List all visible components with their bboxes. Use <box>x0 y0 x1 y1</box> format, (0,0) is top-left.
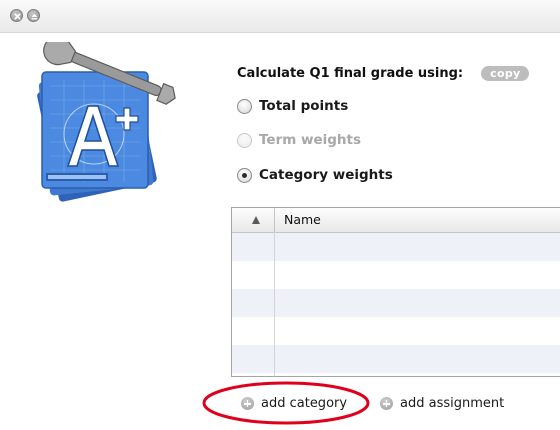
close-icon <box>14 13 21 20</box>
radio-button-icon <box>237 132 252 148</box>
table-header: Name <box>232 208 560 233</box>
add-category-label: add category <box>261 396 348 411</box>
sort-column-header[interactable] <box>232 208 275 232</box>
table-row[interactable] <box>232 289 560 317</box>
close-window-button[interactable] <box>10 9 23 22</box>
add-icon <box>241 397 254 410</box>
radio-button-icon[interactable] <box>237 98 252 114</box>
table-row[interactable] <box>232 317 560 345</box>
copy-button[interactable]: copy <box>481 66 530 81</box>
radio-button-icon[interactable] <box>237 167 252 183</box>
radio-label: Total points <box>259 98 349 114</box>
add-assignment-label: add assignment <box>400 396 505 411</box>
radio-term-weights: Term weights <box>237 132 361 148</box>
grade-setup-tools-logo-icon <box>28 36 176 202</box>
table-row[interactable] <box>232 261 560 289</box>
radio-selected-dot <box>242 172 247 178</box>
minimize-window-button[interactable] <box>27 9 40 22</box>
title-bar <box>0 0 560 33</box>
radio-label: Category weights <box>259 167 393 183</box>
name-column-header[interactable]: Name <box>284 212 321 227</box>
table-row[interactable] <box>232 345 560 373</box>
add-icon <box>380 397 393 410</box>
eject-icon <box>31 13 38 20</box>
calculation-method-heading: Calculate Q1 final grade using: <box>237 66 464 81</box>
grade-setup-window: Calculate Q1 final grade using: copy Tot… <box>0 0 560 430</box>
categories-table[interactable]: Name <box>231 207 560 377</box>
sort-ascending-icon <box>252 216 260 224</box>
radio-label: Term weights <box>259 132 362 148</box>
radio-category-weights[interactable]: Category weights <box>237 167 393 183</box>
add-category-button[interactable]: add category <box>241 396 347 411</box>
table-row[interactable] <box>232 233 560 261</box>
add-assignment-button[interactable]: add assignment <box>380 396 504 411</box>
radio-total-points[interactable]: Total points <box>237 98 348 114</box>
calculation-method-heading-row: Calculate Q1 final grade using: copy <box>237 66 530 81</box>
column-divider <box>274 232 275 376</box>
